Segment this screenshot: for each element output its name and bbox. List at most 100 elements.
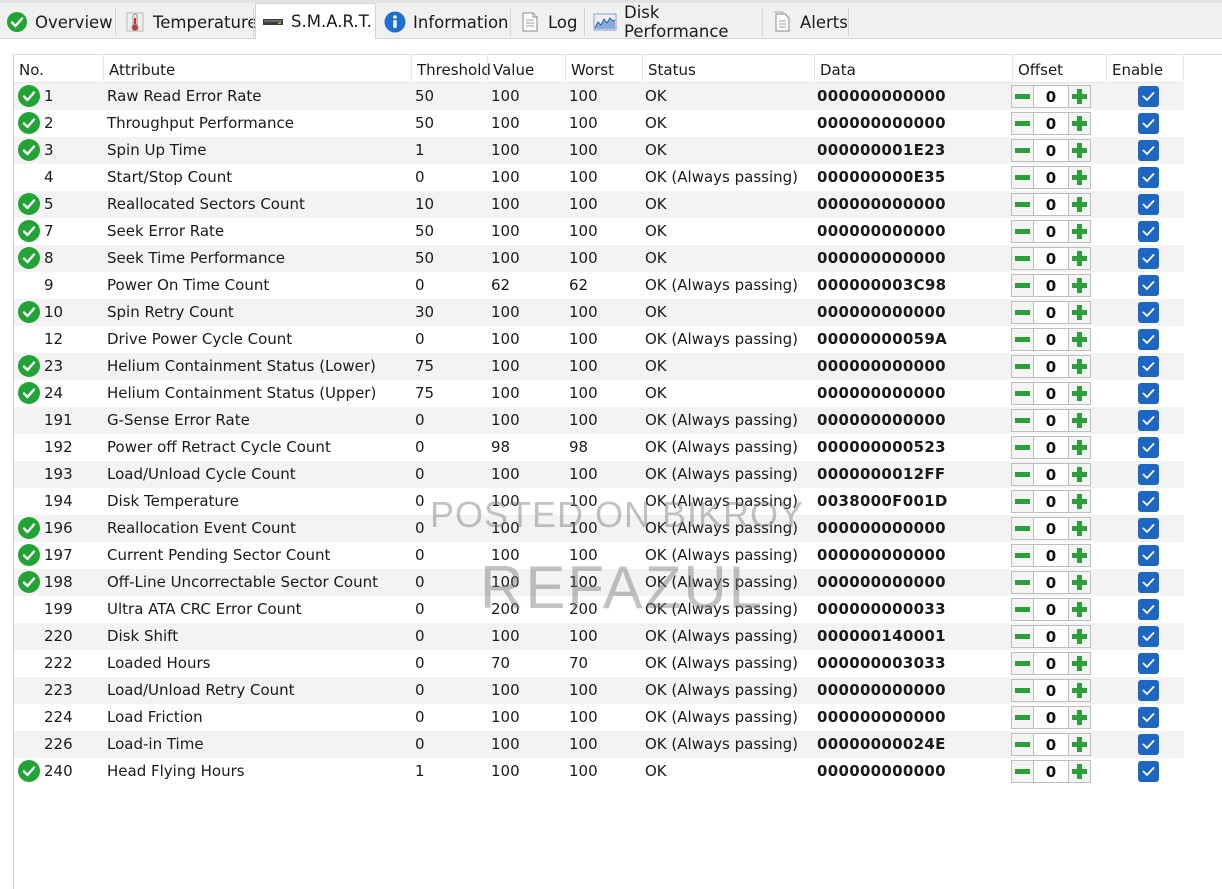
- table-row[interactable]: 191 G-Sense Error Rate 0 100 100 OK (Always p…: [14, 407, 1184, 434]
- table-row[interactable]: 240 Head Flying Hours 1 100 100 OK 00000000000…: [14, 758, 1184, 785]
- offset-increment-button[interactable]: [1068, 274, 1091, 297]
- enable-checkbox[interactable]: [1138, 464, 1159, 485]
- enable-checkbox[interactable]: [1138, 572, 1159, 593]
- table-row[interactable]: 24 Helium Containment Status (Upper) 75 100…: [14, 380, 1184, 407]
- enable-checkbox[interactable]: [1138, 518, 1159, 539]
- enable-checkbox[interactable]: [1138, 491, 1159, 512]
- enable-checkbox[interactable]: [1138, 113, 1159, 134]
- offset-increment-button[interactable]: [1068, 517, 1091, 540]
- table-row[interactable]: 197 Current Pending Sector Count 0 100 100 OK…: [14, 542, 1184, 569]
- offset-value-field[interactable]: 0: [1034, 544, 1068, 567]
- offset-increment-button[interactable]: [1068, 625, 1091, 648]
- column-header-threshold[interactable]: Threshold: [412, 55, 491, 82]
- offset-decrement-button[interactable]: [1011, 247, 1034, 270]
- enable-checkbox[interactable]: [1138, 626, 1159, 647]
- offset-value-field[interactable]: 0: [1034, 166, 1068, 189]
- table-row[interactable]: 3 Spin Up Time 1 100 100 OK 000000001E23 0: [14, 137, 1184, 164]
- offset-decrement-button[interactable]: [1011, 760, 1034, 783]
- offset-decrement-button[interactable]: [1011, 652, 1034, 675]
- table-row[interactable]: 7 Seek Error Rate 50 100 100 OK 000000000000 0: [14, 218, 1184, 245]
- offset-decrement-button[interactable]: [1011, 85, 1034, 108]
- table-row[interactable]: 4 Start/Stop Count 0 100 100 OK (Always passi…: [14, 164, 1184, 191]
- offset-increment-button[interactable]: [1068, 112, 1091, 135]
- offset-value-field[interactable]: 0: [1034, 733, 1068, 756]
- offset-value-field[interactable]: 0: [1034, 112, 1068, 135]
- offset-decrement-button[interactable]: [1011, 301, 1034, 324]
- tab-temperature[interactable]: Temperature: [118, 6, 258, 38]
- table-row[interactable]: 196 Reallocation Event Count 0 100 100 OK (Al…: [14, 515, 1184, 542]
- table-row[interactable]: 9 Power On Time Count 0 62 62 OK (Always pass…: [14, 272, 1184, 299]
- enable-checkbox[interactable]: [1138, 302, 1159, 323]
- offset-decrement-button[interactable]: [1011, 571, 1034, 594]
- table-row[interactable]: 224 Load Friction 0 100 100 OK (Always passin…: [14, 704, 1184, 731]
- enable-checkbox[interactable]: [1138, 707, 1159, 728]
- offset-decrement-button[interactable]: [1011, 193, 1034, 216]
- offset-decrement-button[interactable]: [1011, 166, 1034, 189]
- table-row[interactable]: 223 Load/Unload Retry Count 0 100 100 OK (Alw…: [14, 677, 1184, 704]
- table-row[interactable]: 220 Disk Shift 0 100 100 OK (Always passing) 0…: [14, 623, 1184, 650]
- table-row[interactable]: 193 Load/Unload Cycle Count 0 100 100 OK (Alw…: [14, 461, 1184, 488]
- offset-increment-button[interactable]: [1068, 382, 1091, 405]
- table-row[interactable]: 12 Drive Power Cycle Count 0 100 100 OK (Alwa…: [14, 326, 1184, 353]
- offset-value-field[interactable]: 0: [1034, 193, 1068, 216]
- table-row[interactable]: 2 Throughput Performance 50 100 100 OK 0000000…: [14, 110, 1184, 137]
- offset-increment-button[interactable]: [1068, 220, 1091, 243]
- offset-decrement-button[interactable]: [1011, 328, 1034, 351]
- offset-decrement-button[interactable]: [1011, 490, 1034, 513]
- offset-increment-button[interactable]: [1068, 463, 1091, 486]
- offset-increment-button[interactable]: [1068, 166, 1091, 189]
- offset-value-field[interactable]: 0: [1034, 706, 1068, 729]
- column-header-value[interactable]: Value: [488, 55, 566, 82]
- table-row[interactable]: 222 Loaded Hours 0 70 70 OK (Always passing) 0…: [14, 650, 1184, 677]
- offset-decrement-button[interactable]: [1011, 220, 1034, 243]
- offset-value-field[interactable]: 0: [1034, 571, 1068, 594]
- offset-value-field[interactable]: 0: [1034, 355, 1068, 378]
- offset-increment-button[interactable]: [1068, 85, 1091, 108]
- offset-value-field[interactable]: 0: [1034, 490, 1068, 513]
- offset-value-field[interactable]: 0: [1034, 625, 1068, 648]
- table-row[interactable]: 8 Seek Time Performance 50 100 100 OK 00000000…: [14, 245, 1184, 272]
- enable-checkbox[interactable]: [1138, 275, 1159, 296]
- tab-log[interactable]: Log: [513, 6, 585, 38]
- enable-checkbox[interactable]: [1138, 221, 1159, 242]
- offset-increment-button[interactable]: [1068, 409, 1091, 432]
- offset-increment-button[interactable]: [1068, 139, 1091, 162]
- offset-value-field[interactable]: 0: [1034, 328, 1068, 351]
- enable-checkbox[interactable]: [1138, 248, 1159, 269]
- column-header-offset[interactable]: Offset: [1013, 55, 1107, 82]
- offset-increment-button[interactable]: [1068, 328, 1091, 351]
- offset-decrement-button[interactable]: [1011, 463, 1034, 486]
- offset-value-field[interactable]: 0: [1034, 274, 1068, 297]
- table-row[interactable]: 199 Ultra ATA CRC Error Count 0 200 200 OK (A…: [14, 596, 1184, 623]
- offset-increment-button[interactable]: [1068, 436, 1091, 459]
- offset-increment-button[interactable]: [1068, 733, 1091, 756]
- offset-decrement-button[interactable]: [1011, 274, 1034, 297]
- offset-decrement-button[interactable]: [1011, 382, 1034, 405]
- enable-checkbox[interactable]: [1138, 383, 1159, 404]
- offset-value-field[interactable]: 0: [1034, 85, 1068, 108]
- offset-increment-button[interactable]: [1068, 544, 1091, 567]
- offset-value-field[interactable]: 0: [1034, 517, 1068, 540]
- offset-decrement-button[interactable]: [1011, 517, 1034, 540]
- offset-increment-button[interactable]: [1068, 652, 1091, 675]
- offset-value-field[interactable]: 0: [1034, 139, 1068, 162]
- column-header-no[interactable]: No.: [14, 55, 104, 82]
- offset-decrement-button[interactable]: [1011, 409, 1034, 432]
- offset-decrement-button[interactable]: [1011, 733, 1034, 756]
- offset-value-field[interactable]: 0: [1034, 760, 1068, 783]
- offset-decrement-button[interactable]: [1011, 139, 1034, 162]
- table-row[interactable]: 192 Power off Retract Cycle Count 0 98 98 OK …: [14, 434, 1184, 461]
- offset-increment-button[interactable]: [1068, 301, 1091, 324]
- tab-disk-performance[interactable]: Disk Performance: [587, 3, 763, 41]
- offset-increment-button[interactable]: [1068, 760, 1091, 783]
- offset-value-field[interactable]: 0: [1034, 301, 1068, 324]
- offset-value-field[interactable]: 0: [1034, 436, 1068, 459]
- table-row[interactable]: 226 Load-in Time 0 100 100 OK (Always passing…: [14, 731, 1184, 758]
- tab-overview[interactable]: Overview: [0, 6, 116, 38]
- table-row[interactable]: 23 Helium Containment Status (Lower) 75 100…: [14, 353, 1184, 380]
- offset-increment-button[interactable]: [1068, 490, 1091, 513]
- column-header-enable[interactable]: Enable: [1107, 55, 1184, 82]
- table-row[interactable]: 5 Reallocated Sectors Count 10 100 100 OK 0000…: [14, 191, 1184, 218]
- offset-increment-button[interactable]: [1068, 679, 1091, 702]
- offset-value-field[interactable]: 0: [1034, 382, 1068, 405]
